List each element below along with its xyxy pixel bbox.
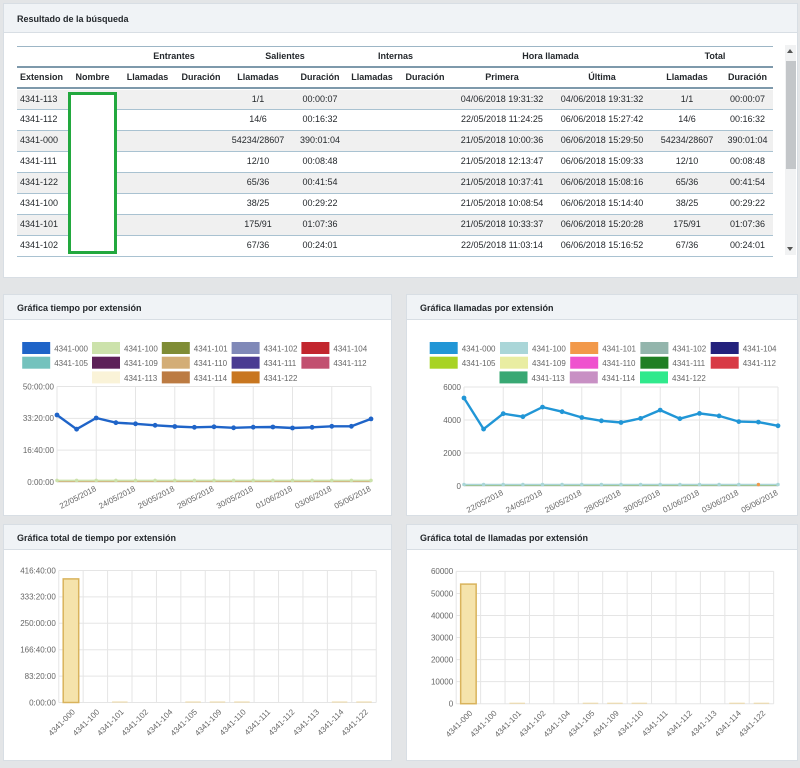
svg-text:4341-109: 4341-109: [124, 359, 158, 368]
svg-text:4341-113: 4341-113: [532, 374, 566, 383]
svg-text:4341-122: 4341-122: [737, 708, 768, 739]
svg-text:26/05/2018: 26/05/2018: [136, 484, 176, 511]
svg-text:166:40:00: 166:40:00: [20, 646, 56, 655]
svg-text:60000: 60000: [431, 567, 454, 576]
svg-text:10000: 10000: [431, 677, 454, 686]
svg-text:4341-105: 4341-105: [54, 359, 88, 368]
svg-text:4341-112: 4341-112: [743, 359, 777, 368]
svg-text:24/05/2018: 24/05/2018: [97, 484, 137, 511]
svg-text:03/06/2018: 03/06/2018: [293, 484, 333, 511]
svg-text:2000: 2000: [443, 449, 461, 458]
svg-text:4341-122: 4341-122: [340, 707, 371, 738]
svg-text:6000: 6000: [443, 383, 461, 392]
svg-text:4341-111: 4341-111: [672, 359, 705, 368]
svg-text:4341-104: 4341-104: [743, 345, 777, 354]
svg-text:333:20:00: 333:20:00: [20, 593, 56, 602]
svg-text:30/05/2018: 30/05/2018: [215, 484, 255, 511]
svg-text:4341-114: 4341-114: [602, 374, 636, 383]
svg-text:4341-110: 4341-110: [194, 359, 228, 368]
svg-text:4341-100: 4341-100: [532, 345, 566, 354]
svg-text:4000: 4000: [443, 416, 461, 425]
svg-text:30/05/2018: 30/05/2018: [622, 488, 662, 515]
svg-text:22/05/2018: 22/05/2018: [465, 488, 505, 515]
svg-text:4341-114: 4341-114: [194, 374, 228, 383]
svg-text:4341-122: 4341-122: [264, 374, 298, 383]
svg-text:05/06/2018: 05/06/2018: [333, 484, 373, 511]
svg-text:4341-101: 4341-101: [194, 345, 228, 354]
svg-text:4341-101: 4341-101: [602, 345, 636, 354]
svg-text:50:00:00: 50:00:00: [23, 382, 55, 391]
svg-text:16:40:00: 16:40:00: [23, 446, 55, 455]
svg-text:250:00:00: 250:00:00: [20, 619, 56, 628]
svg-text:4341-105: 4341-105: [462, 359, 496, 368]
svg-text:20000: 20000: [431, 655, 454, 664]
svg-text:0:00:00: 0:00:00: [29, 698, 56, 707]
svg-text:0: 0: [449, 700, 454, 709]
svg-text:4341-111: 4341-111: [264, 359, 297, 368]
svg-text:4341-122: 4341-122: [672, 374, 706, 383]
svg-text:83:20:00: 83:20:00: [25, 672, 57, 681]
svg-text:4341-000: 4341-000: [462, 345, 496, 354]
svg-text:0:00:00: 0:00:00: [27, 478, 54, 487]
svg-text:4341-102: 4341-102: [264, 345, 298, 354]
svg-text:01/06/2018: 01/06/2018: [254, 484, 294, 511]
svg-text:28/05/2018: 28/05/2018: [583, 488, 623, 515]
svg-text:4341-100: 4341-100: [124, 345, 158, 354]
svg-text:4341-112: 4341-112: [333, 359, 367, 368]
svg-text:01/06/2018: 01/06/2018: [661, 488, 701, 515]
svg-text:0: 0: [457, 482, 462, 491]
svg-text:416:40:00: 416:40:00: [20, 566, 56, 575]
svg-text:4341-110: 4341-110: [602, 359, 636, 368]
svg-text:40000: 40000: [431, 611, 454, 620]
svg-text:22/05/2018: 22/05/2018: [58, 484, 98, 511]
svg-text:50000: 50000: [431, 589, 454, 598]
svg-text:4341-113: 4341-113: [124, 374, 158, 383]
svg-text:28/05/2018: 28/05/2018: [176, 484, 216, 511]
svg-text:30000: 30000: [431, 633, 454, 642]
svg-text:4341-102: 4341-102: [672, 345, 706, 354]
svg-text:4341-000: 4341-000: [54, 345, 88, 354]
svg-text:33:20:00: 33:20:00: [23, 414, 55, 423]
svg-text:24/05/2018: 24/05/2018: [504, 488, 544, 515]
svg-text:05/06/2018: 05/06/2018: [740, 488, 780, 515]
svg-text:26/05/2018: 26/05/2018: [543, 488, 583, 515]
svg-text:03/06/2018: 03/06/2018: [700, 488, 740, 515]
svg-text:4341-104: 4341-104: [333, 345, 367, 354]
svg-text:4341-109: 4341-109: [532, 359, 566, 368]
